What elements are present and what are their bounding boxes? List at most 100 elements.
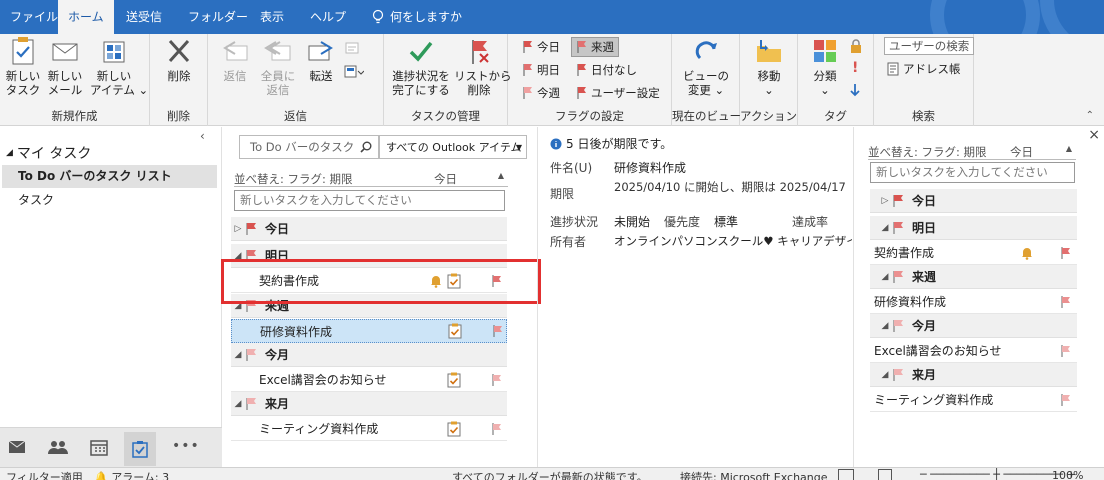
group-delete-label: 削除 xyxy=(167,109,190,123)
task-row-selected[interactable]: 研修資料作成 xyxy=(231,319,507,343)
new-task-input[interactable]: 新しいタスクを入力してください xyxy=(234,190,505,211)
collapse-ribbon-icon[interactable]: ⌃ xyxy=(1086,110,1094,121)
task-search-input[interactable]: To Do バーのタスク xyxy=(239,135,379,159)
close-icon[interactable]: × xyxy=(1088,127,1100,143)
change-view-label: ビューの 変更 ⌄ xyxy=(683,69,729,97)
respond-options-button[interactable] xyxy=(344,62,364,82)
sort-arrow-icon: ▲ xyxy=(497,171,504,180)
flag-icon xyxy=(523,64,532,76)
todo-task-row[interactable]: Excel講習会のお知らせ xyxy=(870,339,1077,363)
flag-icon[interactable] xyxy=(492,324,504,338)
tab-folder[interactable]: フォルダー xyxy=(178,0,258,34)
task-title: 研修資料作成 xyxy=(260,324,333,339)
mark-complete-button[interactable]: 進捗状況を 完了にする xyxy=(390,36,452,97)
delete-button[interactable]: 削除 xyxy=(160,36,198,83)
todo-group-this-month[interactable]: ◢ 今月 xyxy=(870,314,1077,338)
change-view-button[interactable]: ビューの 変更 ⌄ xyxy=(678,36,734,97)
flag-icon[interactable] xyxy=(1060,295,1072,309)
normal-view-icon[interactable] xyxy=(838,469,854,480)
task-icon xyxy=(448,323,462,339)
folder-todo-list[interactable]: To Do バーのタスク リスト xyxy=(2,165,217,188)
respond-more-button[interactable] xyxy=(344,38,360,58)
nav-calendar-button[interactable] xyxy=(90,440,108,459)
reply-all-button[interactable]: 全員に 返信 xyxy=(258,36,298,97)
folder-tasks[interactable]: タスク xyxy=(2,189,217,212)
expanded-triangle-icon: ◢ xyxy=(234,349,242,360)
reply-button[interactable]: 返信 xyxy=(216,36,254,83)
task-row[interactable]: ミーティング資料作成 xyxy=(231,417,507,441)
remove-flag-icon xyxy=(472,40,489,64)
nav-mail-button[interactable] xyxy=(8,440,26,457)
nav-more-icon[interactable]: ••• xyxy=(172,438,200,454)
group-header-next-month[interactable]: ◢ 来月 xyxy=(231,392,507,416)
status-label: 進捗状況 xyxy=(550,215,599,229)
flag-icon[interactable] xyxy=(491,422,503,436)
people-icon xyxy=(48,441,68,454)
tab-help[interactable]: ヘルプ xyxy=(300,0,356,34)
task-row[interactable]: Excel講習会のお知らせ xyxy=(231,368,507,392)
move-button[interactable]: 移動 ⌄ xyxy=(748,36,790,97)
forward-button[interactable]: 転送 xyxy=(302,36,340,83)
reading-pane: 5 日後が期限です。 件名(U) 研修資料作成 期限 2025/04/10 に開… xyxy=(540,127,852,467)
expanded-triangle-icon: ◢ xyxy=(881,320,889,331)
flag-tomorrow-label: 明日 xyxy=(537,63,560,77)
flag-no-date-button[interactable]: 日付なし xyxy=(576,60,637,80)
remove-from-list-button[interactable]: リストから 削除 xyxy=(454,36,512,97)
search-people-label: ユーザーの検索 xyxy=(889,39,970,53)
todo-task-row[interactable]: 研修資料作成 xyxy=(870,290,1077,314)
todo-group-next-month[interactable]: ◢ 来月 xyxy=(870,363,1077,387)
group-respond-label: 返信 xyxy=(284,109,307,123)
background-decoration xyxy=(930,0,1040,34)
group-header-today[interactable]: ▷ 今日 xyxy=(231,217,507,241)
nav-people-button[interactable] xyxy=(48,440,68,457)
flag-icon xyxy=(577,64,586,76)
private-button[interactable] xyxy=(850,36,862,56)
flag-custom-button[interactable]: ユーザー設定 xyxy=(576,83,660,103)
flag-next-week-button[interactable]: 今週 xyxy=(522,83,560,103)
todo-task-row[interactable]: ミーティング資料作成 xyxy=(870,388,1077,412)
flag-tomorrow-button[interactable]: 明日 xyxy=(522,60,560,80)
nav-tasks-button[interactable] xyxy=(124,432,156,466)
sort-header[interactable]: 並べ替え: フラグ: 期限 今日 ▲ xyxy=(234,171,508,187)
tab-send-receive[interactable]: 送受信 xyxy=(116,0,172,34)
checkmark-icon xyxy=(409,41,433,62)
collapse-pane-icon[interactable]: ‹ xyxy=(200,129,205,143)
tab-home[interactable]: ホーム xyxy=(58,0,114,34)
tell-me-search[interactable]: 何をしますか xyxy=(362,0,472,34)
group-header-this-month[interactable]: ◢ 今月 xyxy=(231,343,507,367)
flag-icon[interactable] xyxy=(1060,393,1072,407)
subject-value: 研修資料作成 xyxy=(614,161,687,175)
mark-complete-label: 進捗状況を 完了にする xyxy=(392,69,450,97)
reading-view-icon[interactable] xyxy=(878,469,892,480)
group-manage-label: タスクの管理 xyxy=(411,109,480,123)
todo-group-next-week[interactable]: ◢ 来週 xyxy=(870,265,1077,289)
low-importance-button[interactable] xyxy=(850,80,860,100)
new-task-button[interactable]: 新しい タスク xyxy=(4,36,42,97)
reminders-status[interactable]: 🔔 アラーム: 3 xyxy=(94,469,169,480)
search-people-input[interactable]: ユーザーの検索 xyxy=(884,37,975,55)
lock-icon xyxy=(851,39,861,53)
todo-sort-header[interactable]: 並べ替え: フラグ: 期限 今日 ▲ xyxy=(868,144,1076,160)
flag-icon[interactable] xyxy=(491,373,503,387)
group-new: 新しい タスク 新しい メール 新しい アイテム ⌄ 新規作成 xyxy=(0,34,150,126)
my-tasks-header[interactable]: ◢ マイ タスク xyxy=(6,143,91,163)
todo-group-tomorrow[interactable]: ◢ 明日 xyxy=(870,216,1077,240)
expand-triangle-icon: ◢ xyxy=(6,148,13,158)
categorize-button[interactable]: 分類 ⌄ xyxy=(802,36,848,97)
search-scope-dropdown[interactable]: すべての Outlook アイテム ▼ xyxy=(379,135,527,159)
flag-icon[interactable] xyxy=(1060,246,1072,260)
tab-view[interactable]: 表示 xyxy=(250,0,294,34)
group-new-label: 新規作成 xyxy=(51,109,98,123)
flag-today-button[interactable]: 今日 xyxy=(522,37,560,57)
todo-group-today[interactable]: ▷ 今日 xyxy=(870,189,1077,213)
todo-task-row[interactable]: 契約書作成 xyxy=(870,241,1077,265)
flag-this-week-button[interactable]: 来週 xyxy=(571,37,619,57)
high-importance-button[interactable]: ! xyxy=(852,58,858,78)
new-mail-button[interactable]: 新しい メール xyxy=(46,36,84,97)
flag-icon[interactable] xyxy=(1060,344,1072,358)
new-items-button[interactable]: 新しい アイテム ⌄ xyxy=(90,36,148,97)
address-book-button[interactable]: アドレス帳 xyxy=(886,59,961,79)
group-actions: 移動 ⌄ アクション xyxy=(740,34,798,126)
folder-tasks-label: タスク xyxy=(18,193,55,207)
todo-new-task-input[interactable]: 新しいタスクを入力してください xyxy=(870,162,1075,183)
